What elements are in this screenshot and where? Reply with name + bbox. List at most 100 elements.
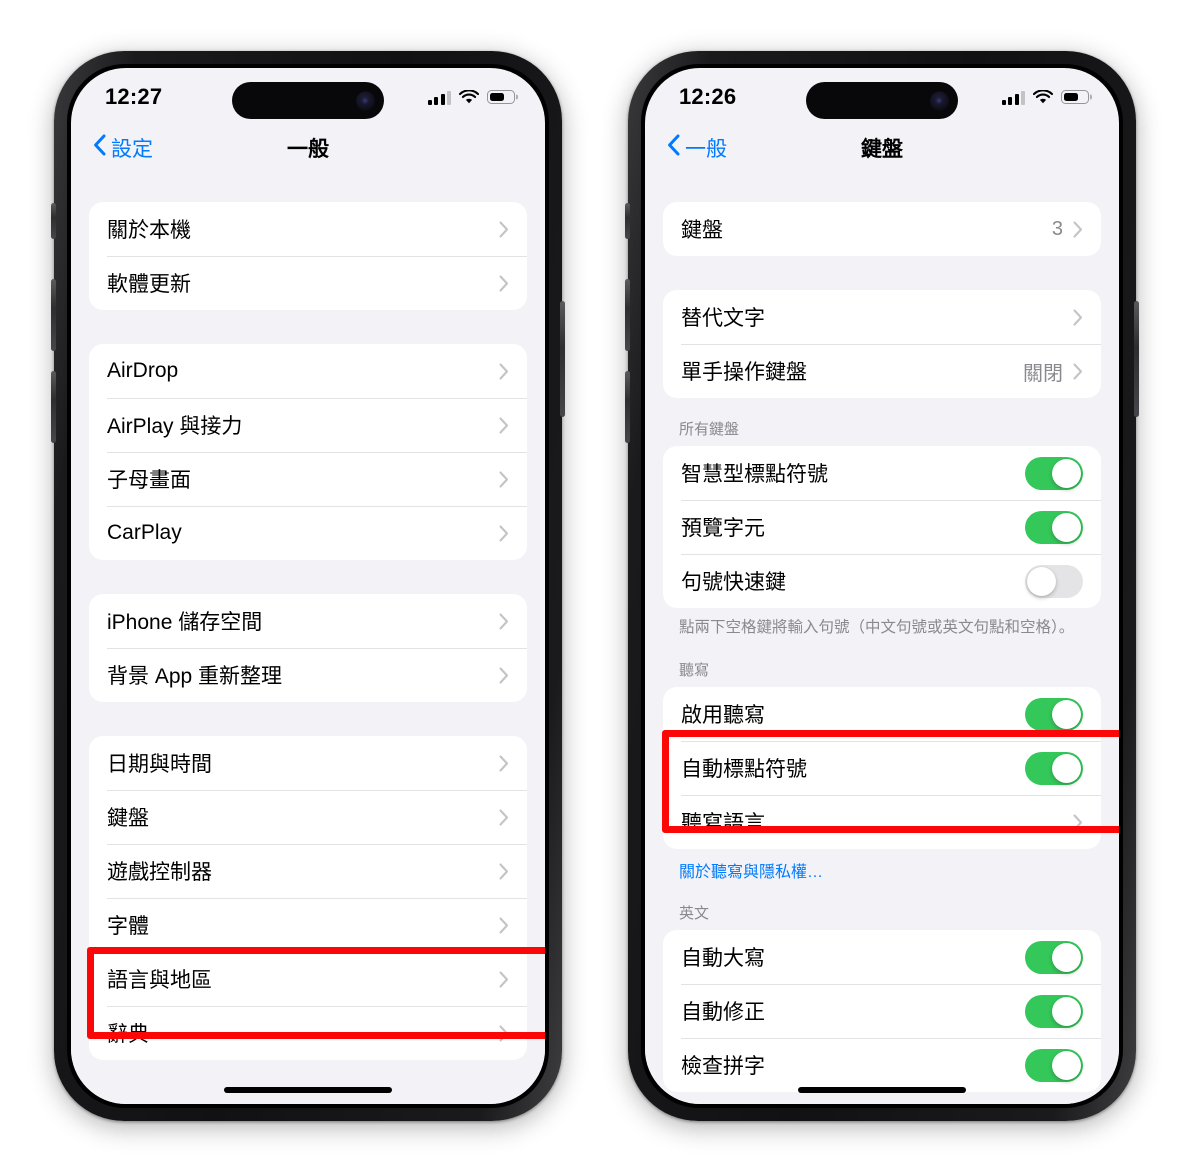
dynamic-island-left — [232, 82, 384, 119]
volume-up-button-right[interactable] — [625, 279, 630, 351]
toggle-auto-capitalization[interactable] — [1025, 940, 1083, 974]
settings-row-software-update[interactable]: 軟體更新 — [89, 256, 527, 310]
row-label: AirPlay 與接力 — [107, 415, 243, 438]
settings-row-picture-in-picture[interactable]: 子母畫面 — [89, 452, 527, 506]
volume-down-button-right[interactable] — [625, 371, 630, 443]
settings-row-iphone-storage[interactable]: iPhone 儲存空間 — [89, 594, 527, 648]
settings-group-system: 日期與時間 鍵盤 遊戲控制器 字體 語言與地區 辭典 — [89, 736, 527, 1060]
settings-row-dictation-languages[interactable]: 聽寫語言 — [663, 795, 1101, 849]
row-label: 預覽字元 — [681, 517, 765, 540]
row-label: 鍵盤 — [681, 219, 723, 242]
chevron-right-icon — [1073, 362, 1083, 380]
device-bezel-right: 12:26 一般 鍵盤 鍵盤 3 替代文字 單手操作鍵盤 關閉 所有鍵盤 智慧型… — [641, 64, 1123, 1108]
row-label: 鍵盤 — [107, 807, 149, 830]
settings-row-keyboards[interactable]: 鍵盤 3 — [663, 202, 1101, 256]
row-label: 遊戲控制器 — [107, 861, 212, 884]
settings-row-keyboard[interactable]: 鍵盤 — [89, 790, 527, 844]
back-button-label: 一般 — [685, 138, 727, 161]
settings-row-dictionary[interactable]: 辭典 — [89, 1006, 527, 1060]
nav-bar-left: 設定 一般 — [71, 120, 545, 176]
chevron-right-icon — [499, 1024, 509, 1042]
settings-row-date-time[interactable]: 日期與時間 — [89, 736, 527, 790]
link-about-dictation-privacy[interactable]: 關於聽寫與隱私權… — [645, 849, 1119, 882]
chevron-right-icon — [1073, 308, 1083, 326]
row-label: 自動修正 — [681, 1001, 765, 1025]
settings-row-language-region[interactable]: 語言與地區 — [89, 952, 527, 1006]
device-bezel-left: 12:27 設定 一般 關於本機 軟體更新 AirDrop AirPlay 與接… — [67, 64, 549, 1108]
action-button-right[interactable] — [625, 203, 630, 239]
toggle-character-preview[interactable] — [1025, 510, 1083, 544]
settings-group-device: 關於本機 軟體更新 — [89, 202, 527, 310]
row-label: AirDrop — [107, 359, 179, 382]
chevron-right-icon — [499, 470, 509, 488]
settings-row-background-refresh[interactable]: 背景 App 重新整理 — [89, 648, 527, 702]
settings-row-fonts[interactable]: 字體 — [89, 898, 527, 952]
toggle-enable-dictation[interactable] — [1025, 697, 1083, 731]
row-label: 字體 — [107, 915, 149, 938]
settings-row-airplay[interactable]: AirPlay 與接力 — [89, 398, 527, 452]
chevron-right-icon — [499, 612, 509, 630]
row-label: iPhone 儲存空間 — [107, 611, 263, 634]
row-label: 關於本機 — [107, 219, 191, 242]
cellular-signal-icon — [427, 90, 451, 105]
settings-group-all-keyboards: 智慧型標點符號 預覽字元 句號快速鍵 — [663, 446, 1101, 608]
settings-row-game-controller[interactable]: 遊戲控制器 — [89, 844, 527, 898]
settings-row-auto-correction[interactable]: 自動修正 — [663, 984, 1101, 1038]
chevron-right-icon — [499, 754, 509, 772]
section-header-english: 英文 — [679, 905, 710, 923]
settings-row-character-preview[interactable]: 預覽字元 — [663, 500, 1101, 554]
row-label: 單手操作鍵盤 — [681, 361, 807, 384]
home-indicator-right[interactable] — [798, 1087, 966, 1093]
section-header-dictation: 聽寫 — [679, 662, 710, 680]
chevron-right-icon — [499, 862, 509, 880]
settings-row-about[interactable]: 關於本機 — [89, 202, 527, 256]
row-value-count: 3 — [1051, 217, 1063, 240]
volume-down-button-left[interactable] — [51, 371, 56, 443]
chevron-left-icon — [93, 134, 106, 162]
battery-icon — [1061, 90, 1089, 104]
row-label: 背景 App 重新整理 — [107, 665, 283, 688]
keyboard-settings-list[interactable]: 鍵盤 3 替代文字 單手操作鍵盤 關閉 所有鍵盤 智慧型標點符號 預覽字元 句號… — [645, 176, 1119, 1104]
chevron-right-icon — [1073, 220, 1083, 238]
power-button-right[interactable] — [1134, 301, 1139, 417]
status-time: 12:26 — [679, 84, 737, 109]
back-button-right[interactable]: 一般 — [667, 133, 727, 163]
back-button-label: 設定 — [111, 138, 153, 161]
settings-row-one-handed-keyboard[interactable]: 單手操作鍵盤 關閉 — [663, 344, 1101, 398]
settings-row-carplay[interactable]: CarPlay — [89, 506, 527, 560]
toggle-smart-punctuation[interactable] — [1025, 456, 1083, 490]
iphone-device-left: 12:27 設定 一般 關於本機 軟體更新 AirDrop AirPlay 與接… — [51, 51, 565, 1121]
toggle-check-spelling[interactable] — [1025, 1048, 1083, 1082]
status-time: 12:27 — [105, 84, 163, 109]
row-label: 子母畫面 — [107, 469, 191, 492]
home-indicator-left[interactable] — [224, 1087, 392, 1093]
action-button-left[interactable] — [51, 203, 56, 239]
settings-row-auto-capitalization[interactable]: 自動大寫 — [663, 930, 1101, 984]
section-header-all-keyboards: 所有鍵盤 — [679, 421, 740, 438]
wifi-icon — [1033, 89, 1053, 105]
settings-row-smart-punctuation[interactable]: 智慧型標點符號 — [663, 446, 1101, 500]
settings-list-left[interactable]: 關於本機 軟體更新 AirDrop AirPlay 與接力 子母畫面 CarPl… — [71, 176, 545, 1104]
row-label: CarPlay — [107, 521, 182, 544]
settings-row-check-spelling[interactable]: 檢查拼字 — [663, 1038, 1101, 1092]
row-label: 軟體更新 — [107, 273, 191, 296]
settings-row-airdrop[interactable]: AirDrop — [89, 344, 527, 398]
settings-group-storage: iPhone 儲存空間 背景 App 重新整理 — [89, 594, 527, 702]
chevron-right-icon — [499, 524, 509, 542]
row-label: 啟用聽寫 — [681, 704, 765, 728]
settings-row-text-replacement[interactable]: 替代文字 — [663, 290, 1101, 344]
power-button-left[interactable] — [560, 301, 565, 417]
settings-group-english: 自動大寫 自動修正 檢查拼字 — [663, 930, 1101, 1093]
settings-row-period-shortcut[interactable]: 句號快速鍵 — [663, 554, 1101, 608]
toggle-period-shortcut[interactable] — [1025, 564, 1083, 598]
chevron-right-icon — [499, 916, 509, 934]
toggle-auto-correction[interactable] — [1025, 994, 1083, 1028]
settings-row-auto-punctuation[interactable]: 自動標點符號 — [663, 741, 1101, 795]
volume-up-button-left[interactable] — [51, 279, 56, 351]
cellular-signal-icon — [1001, 90, 1025, 105]
row-label: 檢查拼字 — [681, 1055, 765, 1079]
wifi-icon — [459, 89, 479, 105]
toggle-auto-punctuation[interactable] — [1025, 751, 1083, 785]
back-button-left[interactable]: 設定 — [93, 133, 153, 163]
settings-row-enable-dictation[interactable]: 啟用聽寫 — [663, 687, 1101, 741]
